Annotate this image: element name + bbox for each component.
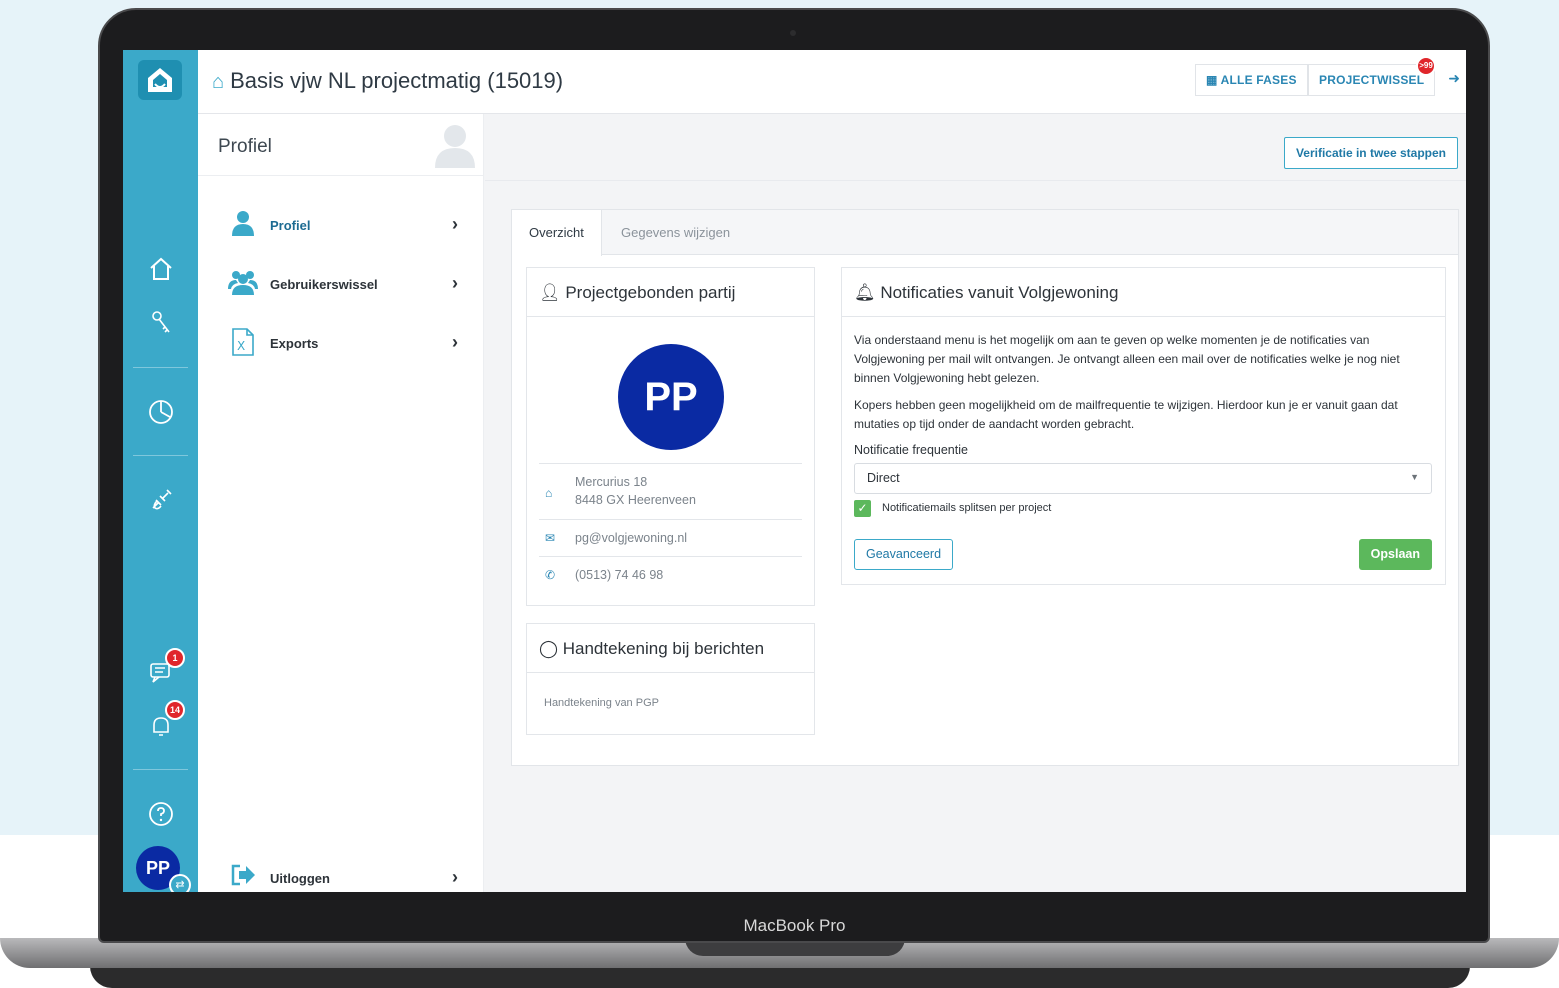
profile-placeholder-icon xyxy=(435,125,475,168)
split-per-project-checkbox[interactable]: ✓ xyxy=(854,500,871,517)
notifications-description-1: Via onderstaand menu is het mogelijk om … xyxy=(854,333,1400,385)
caret-down-icon: ▼ xyxy=(1410,472,1419,482)
party-avatar: PP xyxy=(618,344,724,450)
notifications-card: 🔔︎ Notificaties vanuit Volgjewoning Via … xyxy=(841,267,1446,585)
users-icon xyxy=(228,269,258,301)
bell-icon[interactable] xyxy=(123,712,198,746)
notifications-description-2: Kopers hebben geen mogelijkheid om de ma… xyxy=(854,398,1398,431)
sidebar-item-label: Exports xyxy=(270,336,319,351)
chevron-right-icon: › xyxy=(452,332,458,352)
projectwissel-label: PROJECTWISSEL xyxy=(1319,73,1425,87)
project-title: Basis vjw NL projectmatig (15019) xyxy=(230,68,564,93)
rail-divider xyxy=(133,455,188,456)
page-title: ⌂ Basis vjw NL projectmatig (15019) xyxy=(212,68,563,94)
icon-rail: 1 14 PP ⇄ xyxy=(123,50,198,892)
signature-card-header: ◯ Handtekening bij berichten xyxy=(527,624,814,673)
help-icon[interactable] xyxy=(123,800,198,834)
bell-icon: 🔔︎ xyxy=(854,283,881,302)
advanced-button[interactable]: Geavanceerd xyxy=(854,539,954,570)
phone-icon: ✆ xyxy=(545,568,556,582)
side-navigation: Profiel Profiel › Gebruikerswissel › X E… xyxy=(198,114,484,892)
excel-file-icon: X xyxy=(228,328,258,362)
signature-card: ◯ Handtekening bij berichten Handtekenin… xyxy=(526,623,815,735)
pie-chart-icon[interactable] xyxy=(123,398,198,432)
phone-text[interactable]: (0513) 74 46 98 xyxy=(575,566,663,584)
sidebar-item-label: Profiel xyxy=(270,218,311,233)
app-logo[interactable] xyxy=(138,60,182,100)
frequency-value: Direct xyxy=(867,471,900,485)
tab-overzicht[interactable]: Overzicht xyxy=(512,210,602,256)
party-card-header: 👤︎ Projectgebonden partij xyxy=(527,268,814,317)
alle-fases-label: ALLE FASES xyxy=(1220,73,1297,87)
profile-panel: Overzicht Gegevens wijzigen 👤︎ Projectge… xyxy=(511,209,1459,766)
party-card-title: Projectgebonden partij xyxy=(565,283,736,302)
sidebar-item-profiel[interactable]: Profiel › xyxy=(198,206,484,246)
signature-text: Handtekening van PGP xyxy=(544,697,659,709)
two-step-verification-button[interactable]: Verificatie in twee stappen xyxy=(1283,137,1458,169)
sidebar-item-label: Uitloggen xyxy=(270,871,330,886)
camera xyxy=(790,30,796,36)
alle-fases-button[interactable]: ▦ ALLE FASES xyxy=(1195,64,1308,96)
user-icon xyxy=(228,210,258,242)
notifications-badge: 14 xyxy=(165,700,185,720)
chevron-right-icon: › xyxy=(452,214,458,234)
party-card: 👤︎ Projectgebonden partij PP ⌂ Mercurius… xyxy=(526,267,815,606)
speech-bubble-icon: ◯ xyxy=(539,639,563,658)
email-text[interactable]: pg@volgjewoning.nl xyxy=(575,529,687,547)
phone-row: ✆ (0513) 74 46 98 xyxy=(539,556,802,593)
keys-icon[interactable] xyxy=(123,308,198,342)
top-header: ⌂ Basis vjw NL projectmatig (15019) ▦ ALL… xyxy=(198,50,1466,114)
projectwissel-badge: >99 xyxy=(1416,56,1436,76)
sidebar-item-label: Gebruikerswissel xyxy=(270,277,378,292)
address-row: ⌂ Mercurius 18 8448 GX Heerenveen xyxy=(539,463,802,519)
exit-icon[interactable]: ➜ xyxy=(1448,70,1460,87)
logout-icon xyxy=(228,863,258,892)
sidenav-header: Profiel xyxy=(198,114,483,176)
envelope-icon: ✉ xyxy=(545,531,556,545)
main-content: Verificatie in twee stappen Overzicht Ge… xyxy=(485,114,1466,892)
home-icon: ⌂ xyxy=(545,486,553,500)
tab-bar: Overzicht Gegevens wijzigen xyxy=(512,210,1458,256)
notifications-card-title: Notificaties vanuit Volgjewoning xyxy=(880,283,1119,302)
split-per-project-label: Notificatiemails splitsen per project xyxy=(882,502,1052,514)
frequency-select[interactable]: Direct ▼ xyxy=(854,463,1432,494)
switch-user-icon[interactable]: ⇄ xyxy=(169,874,191,892)
save-button[interactable]: Opslaan xyxy=(1358,539,1432,570)
svg-text:X: X xyxy=(237,339,245,353)
rail-divider xyxy=(133,367,188,368)
chevron-right-icon: › xyxy=(452,273,458,293)
logo-icon xyxy=(148,68,172,92)
address-line-1: Mercurius 18 xyxy=(575,475,648,489)
sidebar-item-exports[interactable]: X Exports › xyxy=(198,324,484,364)
messages-icon[interactable] xyxy=(123,658,198,692)
messages-badge: 1 xyxy=(165,648,185,668)
rail-divider xyxy=(133,769,188,770)
sidebar-item-gebruikerswissel[interactable]: Gebruikerswissel › xyxy=(198,265,484,305)
chevron-right-icon: › xyxy=(452,867,458,887)
laptop-base-shadow xyxy=(90,966,1470,988)
sidebar-item-uitloggen[interactable]: Uitloggen › xyxy=(198,859,484,892)
tab-gegevens-wijzigen[interactable]: Gegevens wijzigen xyxy=(604,210,747,256)
plug-icon[interactable] xyxy=(123,486,198,520)
home-icon[interactable] xyxy=(123,255,198,289)
device-label: MacBook Pro xyxy=(743,916,846,935)
address-line-2: 8448 GX Heerenveen xyxy=(575,493,696,507)
notifications-card-header: 🔔︎ Notificaties vanuit Volgjewoning xyxy=(842,268,1445,317)
calendar-icon: ▦ xyxy=(1206,73,1221,87)
sidenav-title: Profiel xyxy=(218,136,272,157)
project-houses-icon: ⌂ xyxy=(212,71,225,93)
main-toolbar: Verificatie in twee stappen xyxy=(485,114,1466,181)
frequency-label: Notificatie frequentie xyxy=(854,443,968,457)
screen: 1 14 PP ⇄ ⌂ Basis vjw NL projectmatig (15… xyxy=(123,50,1466,892)
signature-card-title: Handtekening bij berichten xyxy=(562,639,765,658)
user-icon: 👤︎ xyxy=(539,283,566,302)
email-row: ✉ pg@volgjewoning.nl xyxy=(539,519,802,556)
